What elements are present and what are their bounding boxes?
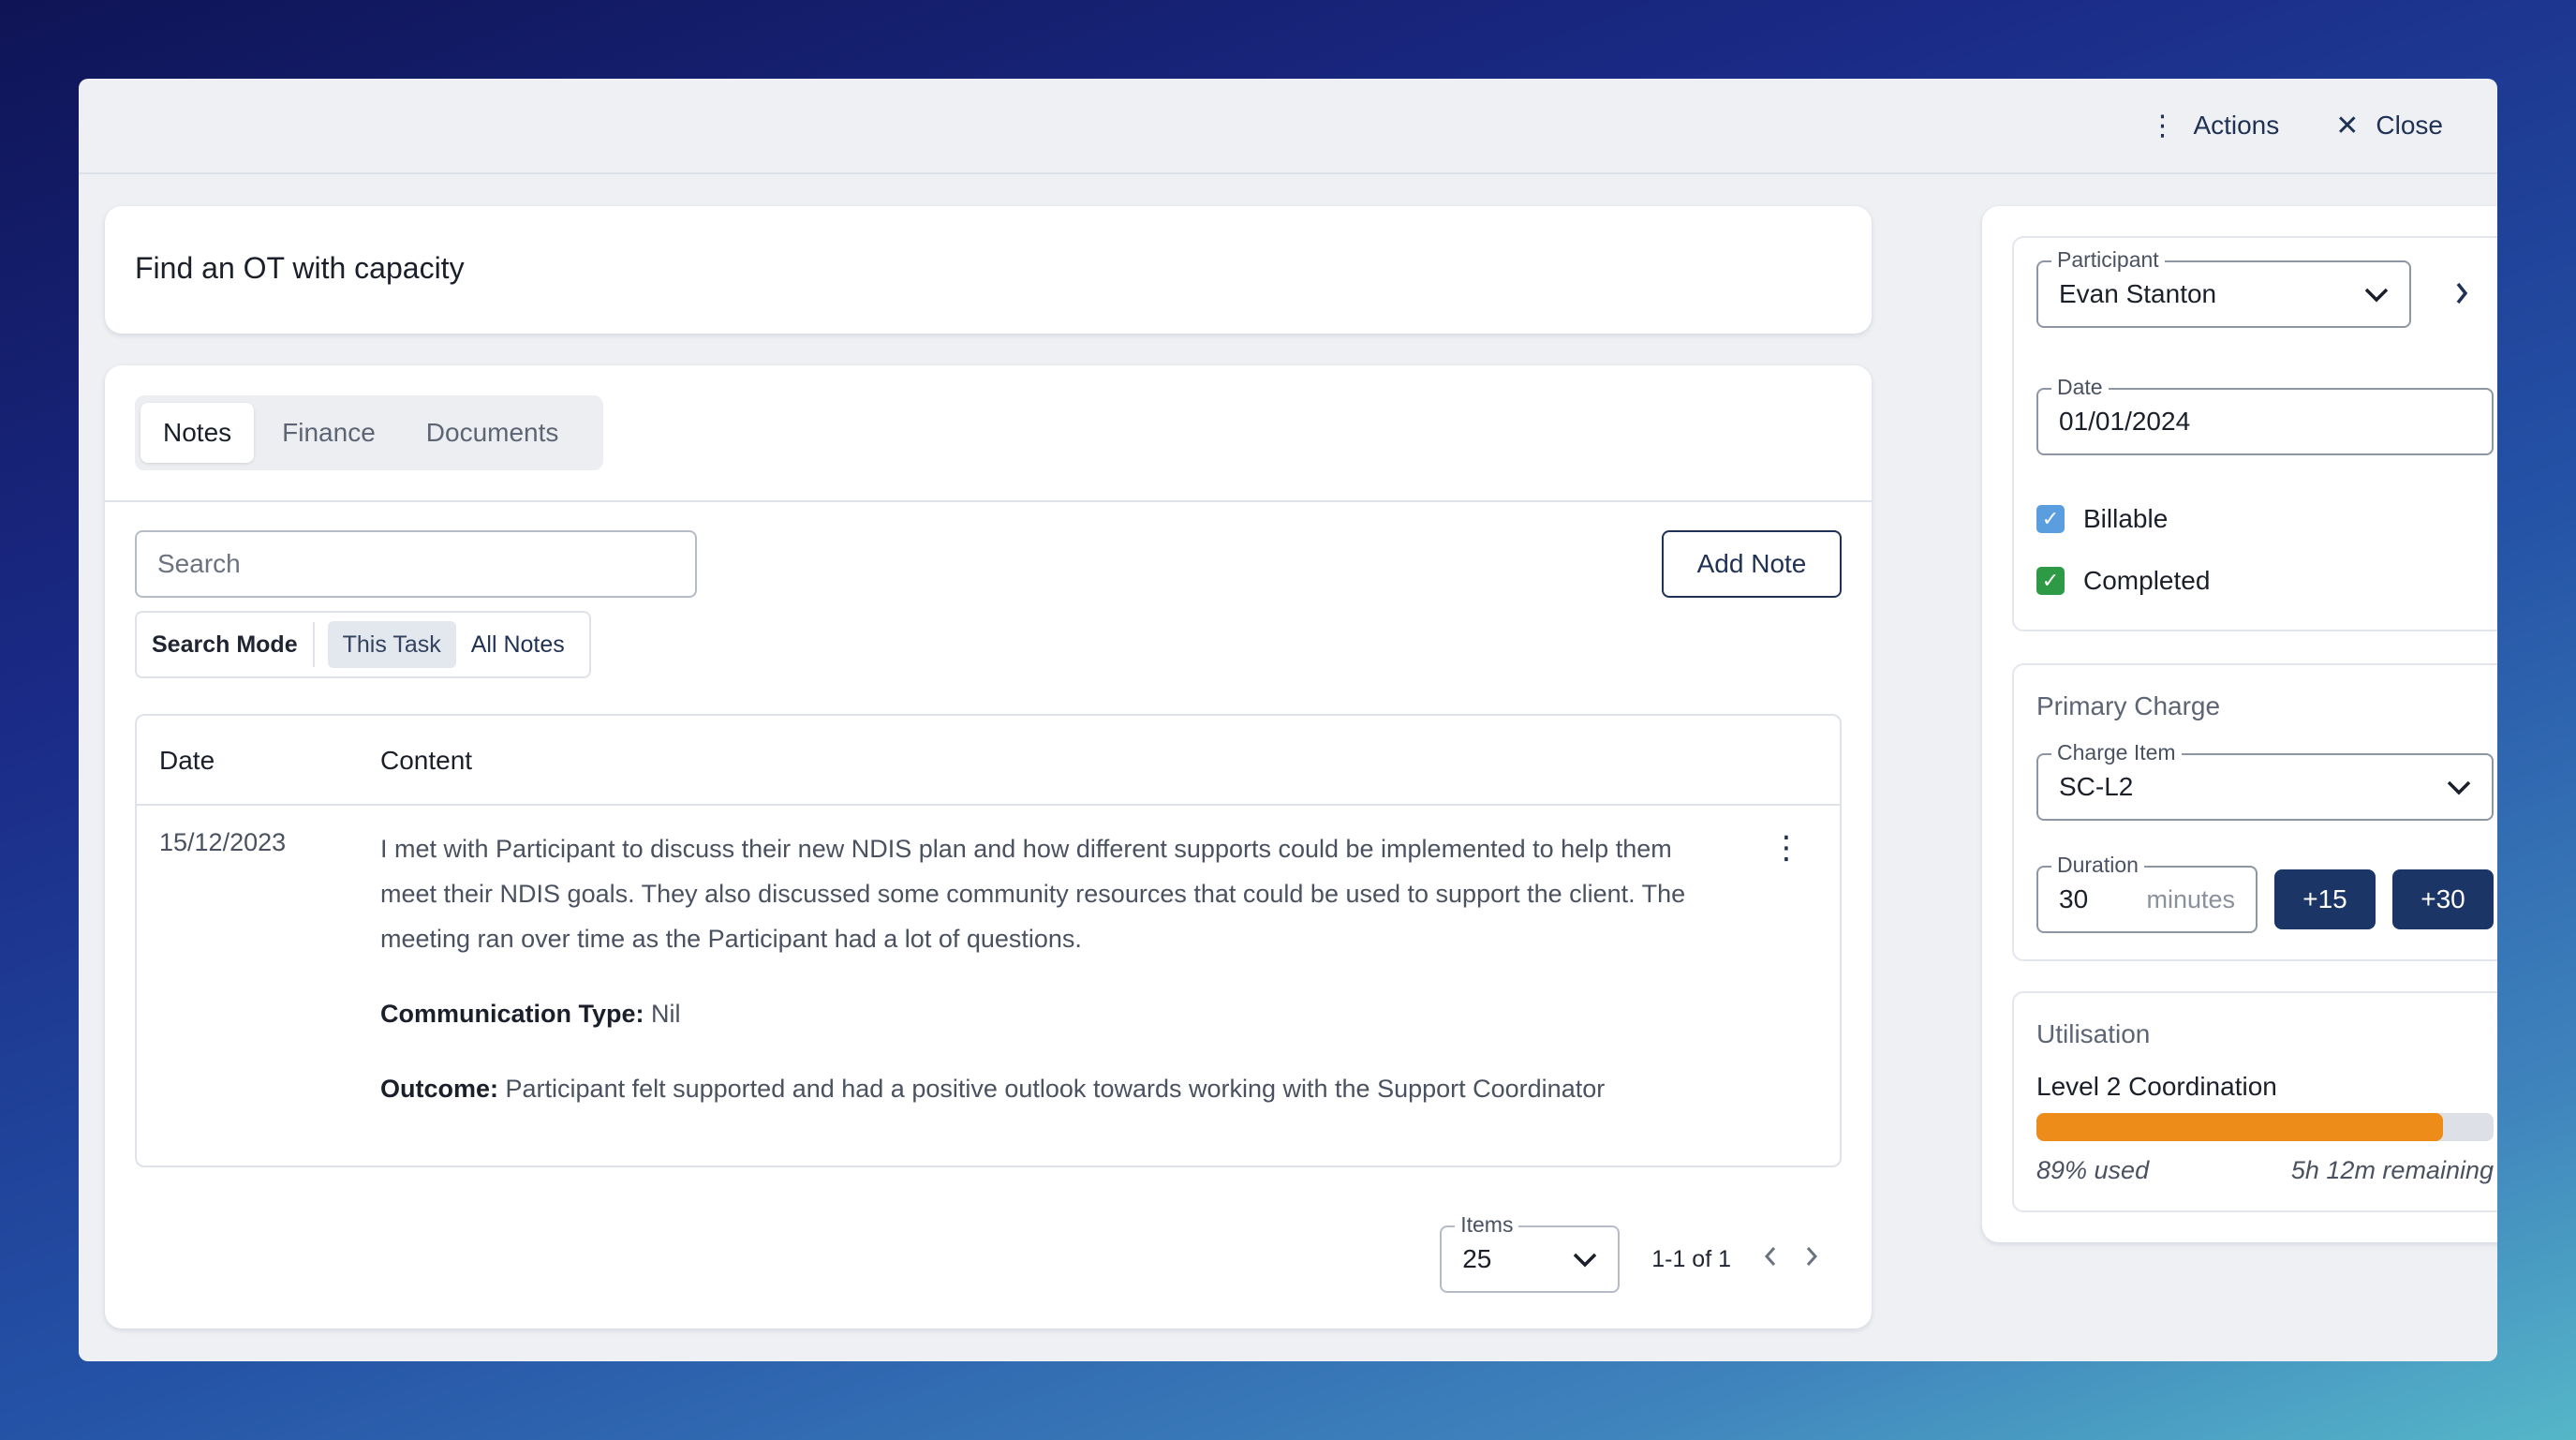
utilisation-title: Utilisation — [2036, 1019, 2151, 1048]
notes-table: Date Content 15/12/2023 I met with Parti… — [135, 714, 1842, 1167]
billable-checkbox[interactable]: ✓ Billable — [2036, 504, 2168, 534]
checkbox-checked-icon: ✓ — [2036, 567, 2065, 595]
billable-label: Billable — [2083, 504, 2169, 533]
utilisation-item: Level 2 Coordination — [2036, 1072, 2277, 1101]
communication-type-label: Communication Type: — [380, 1000, 644, 1028]
task-modal: ⋮ Actions ✕ Close Find an OT with capaci… — [79, 79, 2497, 1361]
task-title: Find an OT with capacity — [135, 251, 465, 285]
completed-label: Completed — [2083, 566, 2211, 595]
charge-item-value: SC-L2 — [2059, 772, 2134, 801]
notes-panel: Notes Finance Documents Add Note Search … — [105, 365, 1872, 1329]
utilisation-footer: 89% used 5h 12m remaining — [2036, 1156, 2494, 1185]
outcome-label: Outcome: — [380, 1075, 499, 1103]
participant-section: Participant Evan Stanton Date 01/01/2024… — [2012, 236, 2497, 631]
charge-item-label: Charge Item — [2051, 740, 2182, 765]
tab-documents[interactable]: Documents — [404, 403, 582, 463]
add-note-button[interactable]: Add Note — [1662, 530, 1842, 598]
actions-button[interactable]: ⋮ Actions — [2148, 110, 2279, 142]
search-mode-toggle: Search Mode This Task All Notes — [135, 611, 591, 678]
communication-type-value: Nil — [651, 1000, 681, 1028]
chevron-down-icon — [2447, 771, 2471, 803]
chevron-down-icon — [1573, 1243, 1597, 1275]
table-header: Date Content — [137, 716, 1840, 806]
note-outcome: Outcome: Participant felt supported and … — [380, 1066, 1710, 1111]
add-15-button[interactable]: +15 — [2274, 869, 2376, 929]
column-header-content: Content — [380, 746, 473, 775]
search-mode-this-task[interactable]: This Task — [327, 621, 456, 668]
utilisation-progress-fill — [2036, 1113, 2444, 1141]
utilisation-used: 89% used — [2036, 1156, 2150, 1184]
note-date: 15/12/2023 — [159, 828, 287, 856]
search-mode-all-notes[interactable]: All Notes — [456, 621, 580, 668]
column-header-date: Date — [159, 746, 215, 775]
checkbox-checked-icon: ✓ — [2036, 505, 2065, 533]
primary-charge-section: Primary Charge Charge Item SC-L2 Duratio… — [2012, 663, 2497, 961]
modal-header: ⋮ Actions ✕ Close — [79, 79, 2497, 174]
utilisation-remaining: 5h 12m remaining — [2290, 1156, 2494, 1184]
date-value: 01/01/2024 — [2059, 407, 2191, 436]
chevron-down-icon — [2364, 278, 2389, 310]
primary-charge-title: Primary Charge — [2036, 691, 2221, 720]
tab-finance[interactable]: Finance — [259, 403, 398, 463]
participant-select[interactable]: Participant Evan Stanton — [2036, 247, 2411, 328]
participant-label: Participant — [2051, 247, 2165, 272]
task-details-sidebar: Participant Evan Stanton Date 01/01/2024… — [1982, 206, 2497, 1242]
actions-label: Actions — [2193, 111, 2280, 140]
utilisation-progress-bar — [2036, 1113, 2494, 1141]
tab-bar: Notes Finance Documents — [135, 395, 603, 470]
tab-notes[interactable]: Notes — [141, 403, 255, 463]
close-icon: ✕ — [2335, 110, 2360, 141]
items-value: 25 — [1462, 1244, 1492, 1273]
divider — [105, 500, 1872, 502]
note-text: I met with Participant to discuss their … — [380, 835, 1686, 953]
pagination: Items 25 1-1 of 1 — [1440, 1212, 1819, 1293]
close-label: Close — [2376, 111, 2443, 140]
chevron-right-icon[interactable] — [2454, 281, 2469, 310]
outcome-value: Participant felt supported and had a pos… — [505, 1075, 1606, 1103]
search-mode-label: Search Mode — [152, 622, 315, 667]
row-menu-icon[interactable]: ⋮ — [1770, 832, 1802, 864]
duration-field[interactable]: Duration 30 minutes — [2036, 853, 2258, 933]
charge-item-select[interactable]: Charge Item SC-L2 — [2036, 740, 2494, 821]
add-30-button[interactable]: +30 — [2392, 869, 2494, 929]
duration-label: Duration — [2051, 853, 2144, 877]
completed-checkbox[interactable]: ✓ Completed — [2036, 566, 2210, 596]
note-content: I met with Participant to discuss their … — [380, 826, 1710, 1141]
duration-value: 30 — [2059, 884, 2089, 913]
duration-unit: minutes — [2146, 884, 2235, 913]
participant-value: Evan Stanton — [2059, 279, 2217, 308]
items-per-page-select[interactable]: Items 25 — [1440, 1212, 1621, 1293]
utilisation-section: Utilisation Level 2 Coordination 89% use… — [2012, 991, 2497, 1212]
prev-page-icon[interactable] — [1763, 1243, 1778, 1275]
items-label: Items — [1455, 1212, 1519, 1237]
next-page-icon[interactable] — [1804, 1243, 1819, 1275]
page-range: 1-1 of 1 — [1651, 1245, 1731, 1272]
more-vertical-icon: ⋮ — [2148, 110, 2177, 141]
close-button[interactable]: ✕ Close — [2335, 110, 2443, 142]
date-field[interactable]: Date 01/01/2024 — [2036, 375, 2494, 455]
date-label: Date — [2051, 375, 2109, 399]
search-input[interactable] — [135, 530, 697, 598]
note-communication-type: Communication Type: Nil — [380, 991, 1710, 1036]
task-title-card: Find an OT with capacity — [105, 206, 1872, 334]
